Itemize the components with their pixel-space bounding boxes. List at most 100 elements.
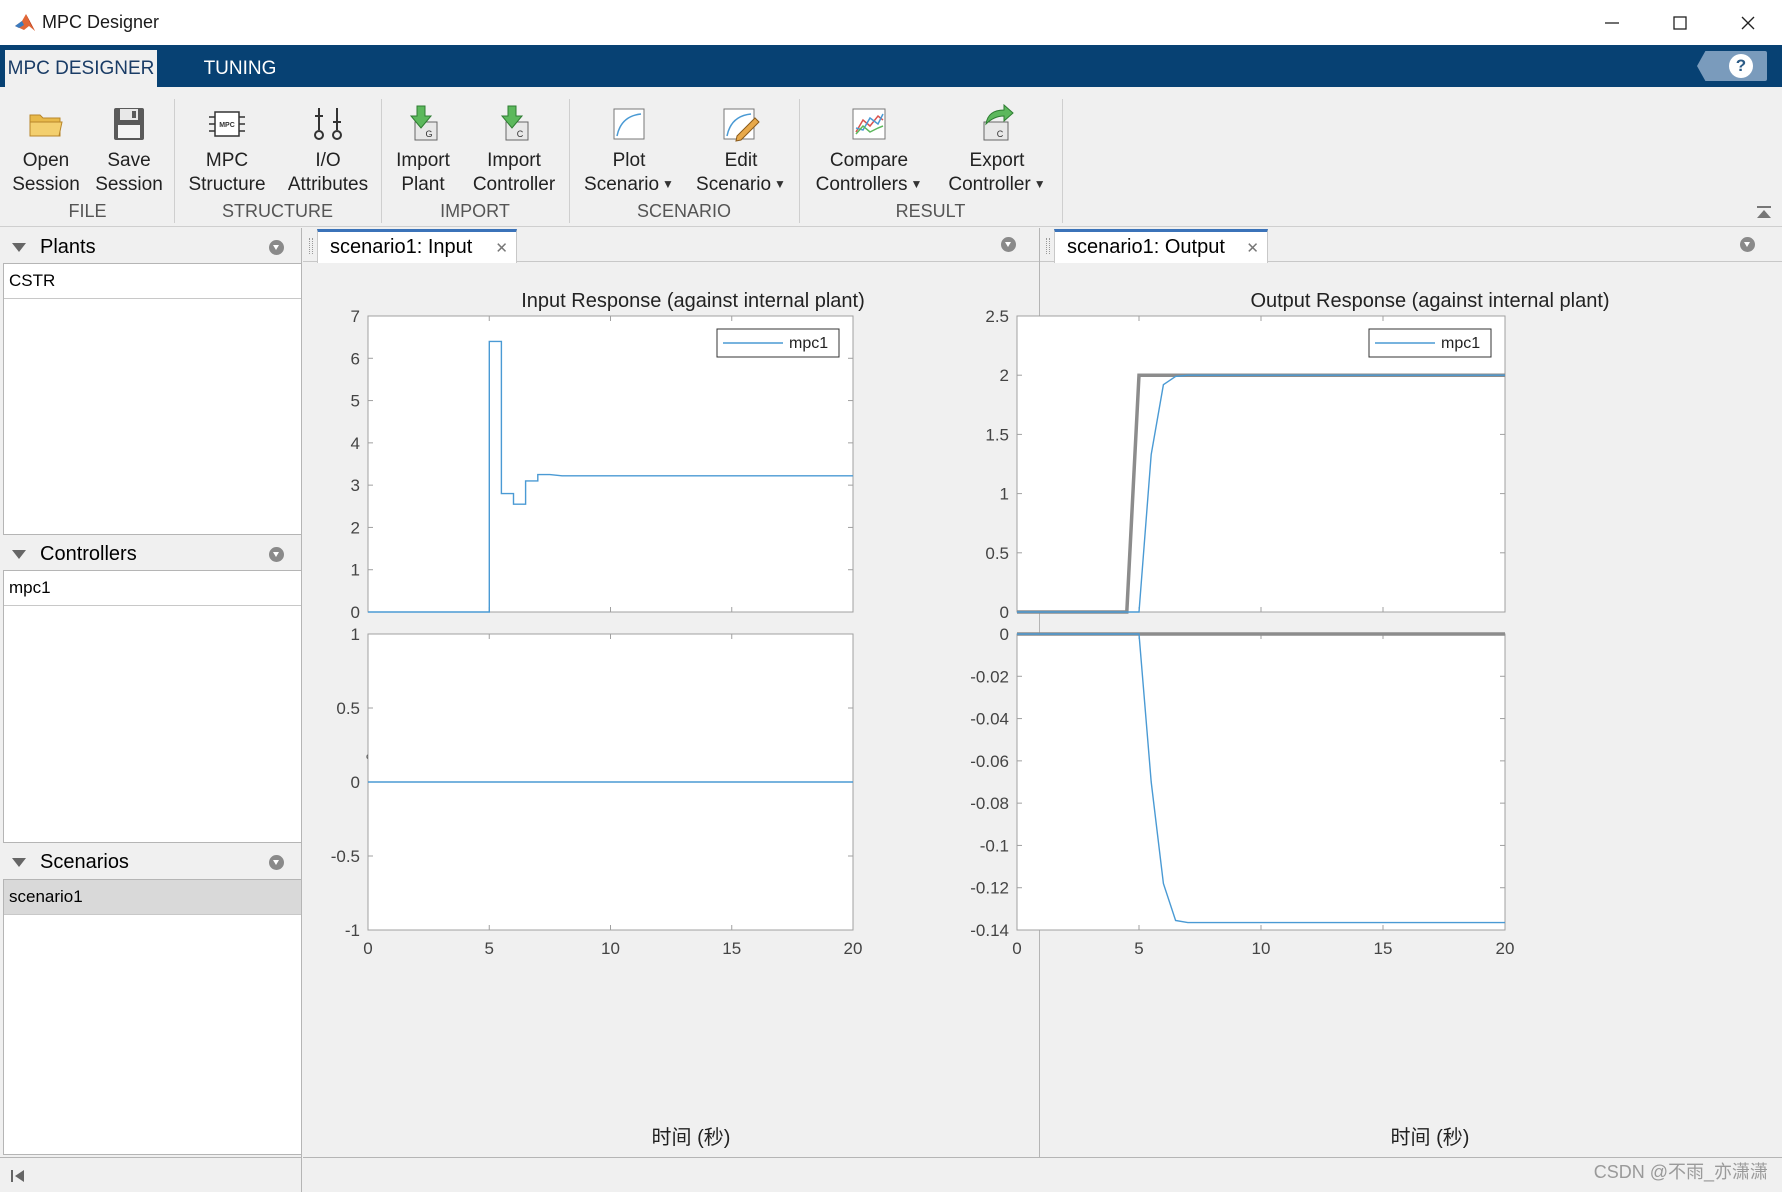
collapse-triangle-icon [12,857,26,867]
options-icon[interactable] [269,546,284,562]
drag-grip[interactable] [309,238,313,254]
options-icon[interactable] [269,239,284,255]
tab-tuning[interactable]: TUNING [170,50,310,87]
edit-scenario-button[interactable]: Edit Scenario ▼ [690,101,792,198]
y-tick-label: 1 [351,561,360,580]
options-icon[interactable] [1740,237,1755,252]
plot-area [367,315,854,613]
y-tick-label: 0.5 [985,544,1009,563]
svg-text:C: C [997,129,1004,139]
plants-header[interactable]: Plants [0,230,302,264]
tab-scenario1-input[interactable]: scenario1: Input ✕ [317,229,517,263]
io-attributes-label-2: Attributes [287,174,369,195]
y-tick-label: 1 [1000,485,1009,504]
y-tick-label: 4 [351,434,360,453]
y-tick-label: 1 [351,625,360,644]
y-tick-label: 0 [1000,625,1009,644]
svg-text:C: C [517,129,524,139]
legend: mpc1 [716,328,840,358]
x-tick-label: 10 [1252,939,1271,958]
window-title: MPC Designer [42,12,160,32]
import-controller-label-1: Import [487,150,541,171]
mpc-structure-label-1: MPC [205,150,249,171]
watermark: CSDN @不雨_亦潇潇 [1593,1162,1768,1182]
input-plot-title: Input Response (against internal plant) [521,290,865,312]
minimize-button[interactable] [1578,0,1646,45]
list-item[interactable]: CSTR [4,264,301,299]
drag-grip[interactable] [1046,238,1050,254]
options-icon[interactable] [269,854,284,870]
toolstrip: Open Session Save Session FILE MPC MPC S… [0,87,1782,227]
status-bar: CSDN @不雨_亦潇潇 [303,1157,1782,1192]
import-plant-label-2: Plant [401,174,445,195]
close-icon[interactable]: ✕ [1246,239,1259,257]
dock-first-icon[interactable] [10,1169,26,1183]
import-plant-label-1: Import [396,150,450,171]
y-tick-label: -0.5 [331,847,360,866]
section-file: FILE [68,201,107,221]
y-tick-label: 0 [1000,603,1009,622]
open-session-button[interactable]: Open Session [8,101,84,197]
y-tick-label: 0 [351,603,360,622]
plot-area [1016,315,1506,613]
maximize-icon [1673,15,1687,30]
y-tick-label: 0.5 [336,699,360,718]
mpc-structure-label-2: Structure [188,174,266,195]
y-tick-label: -0.1 [980,836,1009,855]
plot-axes-1: -1-0.500.510 5 10 15 20 [331,625,863,958]
import-plant-icon: G [409,105,438,141]
mpc-structure-button[interactable]: MPC MPC Structure [182,101,272,197]
collapse-icon[interactable] [1756,205,1772,221]
plot-scenario-button[interactable]: Plot Scenario ▼ [578,101,680,198]
x-tick-label: 10 [601,939,620,958]
export-controller-icon: C [983,104,1014,141]
plants-title: Plants [40,235,96,258]
x-tick-label: 15 [1374,939,1393,958]
list-item[interactable]: mpc1 [4,571,301,606]
x-tick-label: 15 [722,939,741,958]
x-tick-label: 0 [1012,939,1021,958]
import-plant-button[interactable]: G Import Plant [388,101,458,197]
list-item[interactable]: scenario1 [4,880,301,915]
import-controller-button[interactable]: C Import Controller [465,101,563,197]
export-controller-button[interactable]: C Export Controller ▼ [938,101,1056,198]
controllers-header[interactable]: Controllers [0,537,302,571]
y-tick-label: -0.04 [970,710,1009,729]
plot-area [1016,633,1506,931]
plot-axes-3: -0.14 -0.12 -0.1 -0.08 -0.06 -0.04 -0.02 0 0 5 10 1… [970,625,1514,958]
tab-scenario1-output[interactable]: scenario1: Output ✕ [1054,229,1268,263]
io-attributes-icon [314,108,342,140]
compare-controllers-button[interactable]: Compare Controllers ▼ [808,101,930,198]
y-tick-label: -0.08 [970,794,1009,813]
plants-list: CSTR [3,263,302,535]
y-tick-label: -0.12 [970,879,1009,898]
help-button[interactable]: ? [1697,51,1767,81]
output-tab-bar: scenario1: Output ✕ [1040,228,1782,263]
collapse-triangle-icon [12,242,26,252]
export-controller-label-1: Export [969,150,1025,171]
y-tick-label: 6 [351,349,360,368]
output-xlabel: 时间 (秒) [1391,1126,1470,1149]
input-tab-bar: scenario1: Input ✕ [303,228,1039,263]
y-tick-label: 7 [351,307,360,326]
close-button[interactable] [1714,0,1782,45]
save-session-button[interactable]: Save Session [92,101,166,197]
ribbon-tab-strip: MPC DESIGNER TUNING ? [0,45,1782,87]
minimize-icon [1605,21,1619,24]
maximize-button[interactable] [1646,0,1714,45]
y-tick-label: 5 [351,392,360,411]
document-area: scenario1: Input ✕ scenario1: Output ✕ I… [303,228,1782,1192]
chevron-down-icon: ▼ [910,177,923,191]
section-result: RESULT [895,201,966,221]
tab-mpc-designer[interactable]: MPC DESIGNER [5,50,157,87]
scenarios-header[interactable]: Scenarios [0,845,302,879]
close-icon [1741,16,1755,29]
save-session-label-1: Save [107,150,151,171]
io-attributes-button[interactable]: I/O Attributes [280,101,376,197]
controllers-list: mpc1 [3,570,302,843]
close-icon[interactable]: ✕ [495,239,508,257]
help-icon: ? [1729,54,1753,78]
options-icon[interactable] [1001,237,1016,252]
divider [1062,99,1063,223]
data-browser: Plants CSTR Controllers mpc1 Scenarios s… [0,228,302,1192]
